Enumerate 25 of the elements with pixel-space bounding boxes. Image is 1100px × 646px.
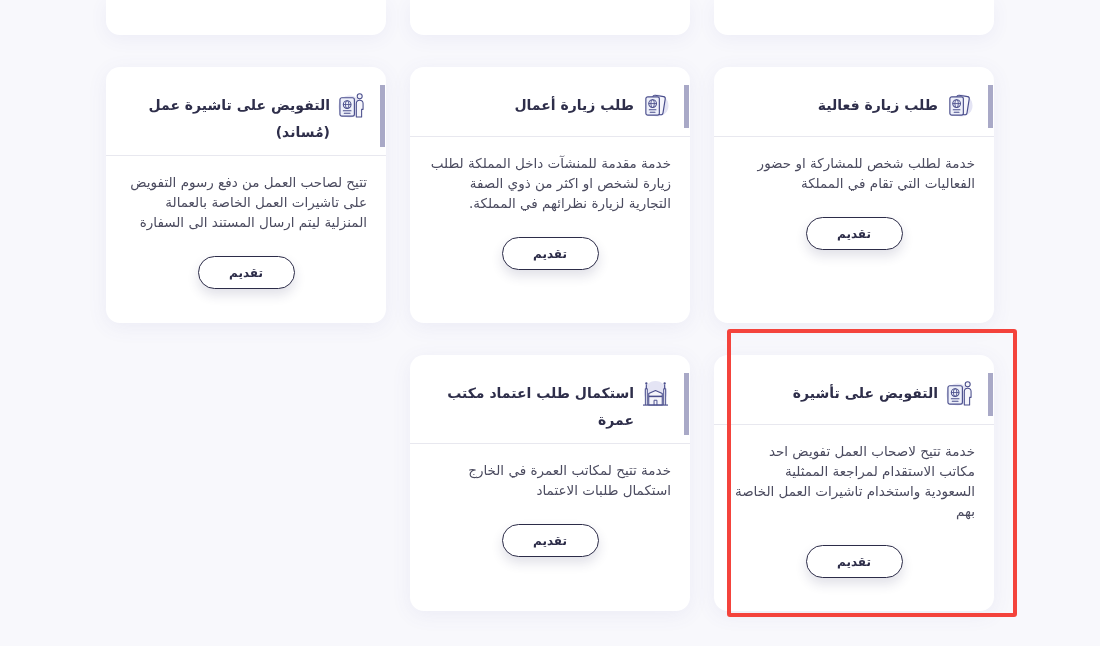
apply-button[interactable]: تقديم [501, 237, 599, 270]
passports-icon [642, 92, 669, 119]
card-title: استكمال طلب اعتماد مكتب عمرة [446, 384, 634, 431]
accent-bar [988, 85, 993, 128]
passports-icon [946, 92, 973, 119]
card-title: طلب زيارة فعالية [816, 96, 938, 115]
accent-bar [684, 85, 689, 128]
card-description: خدمة لطلب شخص للمشاركة او حضور الفعاليات التي تقام في المملكة [756, 154, 976, 193]
card-title: التفويض على تاشيرة عمل (مُساند) [147, 96, 330, 142]
apply-button[interactable]: تقديم [805, 545, 903, 578]
accent-bar [988, 373, 993, 416]
passport-person-icon [338, 92, 365, 119]
accent-bar [684, 373, 689, 435]
card-description: تتيح لصاحب العمل من دفع رسوم التفويض على تاشيرات العمل الخاصة بالعمالة المنزلية ليتم ارسال المستند الى السفارة [129, 173, 368, 232]
card-description: خدمة مقدمة للمنشآت داخل المملكة لطلب زيارة لشخص او اكثر من ذوي الصفة التجارية لزيارة نظرائهم في المملكة. [429, 154, 672, 213]
kaaba-icon [642, 380, 669, 407]
card-description: خدمة تتيح لمكاتب العمرة في الخارج استكمال طلبات الاعتماد [467, 461, 672, 500]
card-title: طلب زيارة أعمال [513, 95, 634, 115]
apply-button[interactable]: تقديم [805, 217, 903, 250]
apply-button[interactable]: تقديم [197, 256, 295, 289]
apply-button[interactable]: تقديم [501, 524, 599, 557]
passport-person-icon [946, 380, 973, 407]
card-title: التفويض على تأشيرة [791, 383, 938, 404]
accent-bar [380, 85, 385, 147]
card-description: خدمة تتيح لاصحاب العمل تفويض احد مكاتب الاستقدام لمراجعة الممثلية السعودية واستخدام تاشيرات العمل الخاصة بهم [733, 442, 976, 521]
